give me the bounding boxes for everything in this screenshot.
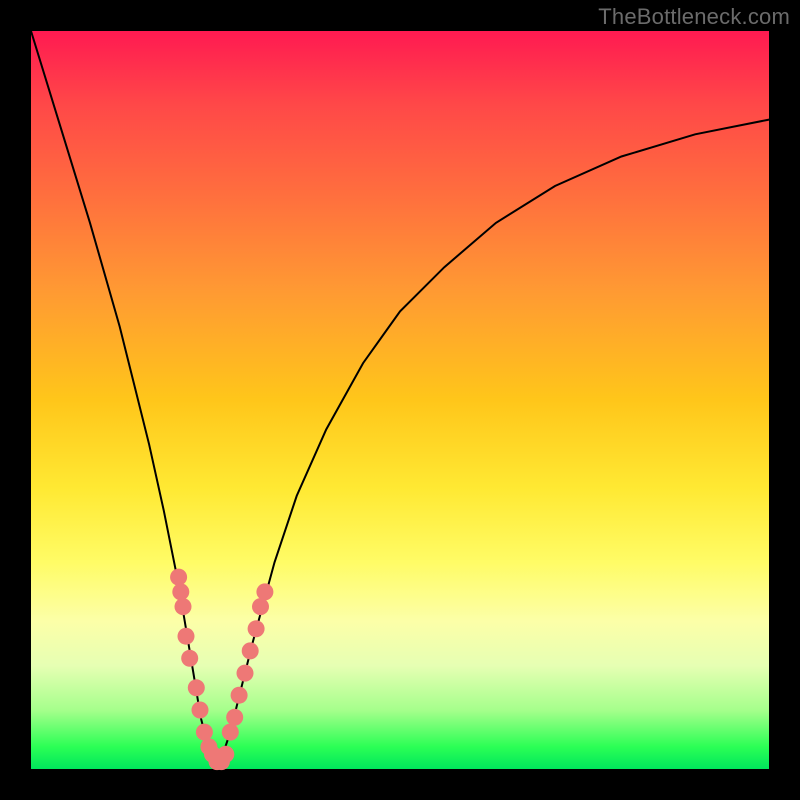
data-point-cluster [170,569,273,771]
chart-plot-area [31,31,769,769]
data-point [181,650,198,667]
data-point [242,642,259,659]
chart-frame: TheBottleneck.com [0,0,800,800]
data-point [226,709,243,726]
data-point [196,724,213,741]
data-point [217,746,234,763]
data-point [252,598,269,615]
data-point [256,583,273,600]
data-point [188,679,205,696]
data-point [237,665,254,682]
chart-svg [31,31,769,769]
data-point [231,687,248,704]
watermark-text: TheBottleneck.com [598,4,790,30]
data-point [192,702,209,719]
bottleneck-curve [31,31,769,762]
data-point [248,620,265,637]
data-point [222,724,239,741]
data-point [178,628,195,645]
data-point [170,569,187,586]
data-point [175,598,192,615]
data-point [172,583,189,600]
